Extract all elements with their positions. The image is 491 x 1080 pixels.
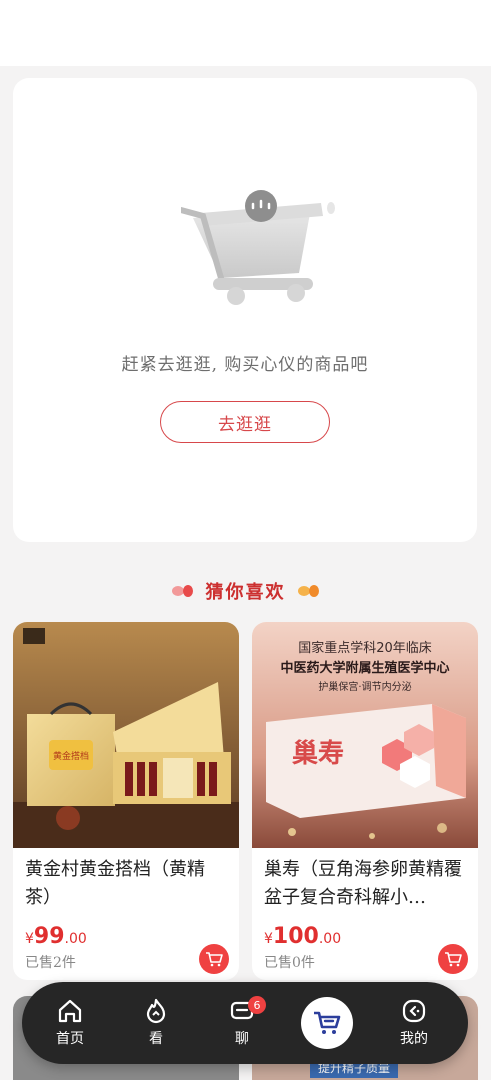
nav-mine-label: 我的	[400, 1031, 428, 1047]
product-card[interactable]: 国家重点学科20年临床 中医药大学附属生殖医学中心 护巢保宫·调节内分泌 巢寿 …	[252, 622, 478, 980]
home-icon	[58, 999, 82, 1023]
product-image-label: 黄金搭档	[53, 750, 89, 762]
nav-home[interactable]: 首页	[40, 982, 100, 1064]
nav-chat-label: 聊	[235, 1031, 249, 1047]
product-image-line2: 中医药大学附属生殖医学中心	[280, 660, 449, 676]
empty-cart-illustration	[181, 190, 335, 305]
price-symbol: ¥	[25, 931, 34, 947]
product-price: ¥100.00	[264, 924, 341, 949]
price-integer: 100	[272, 924, 319, 949]
cart-icon	[206, 952, 223, 967]
bottom-nav-bar: 首页 看 聊 6 我的	[22, 982, 468, 1064]
nav-watch-label: 看	[149, 1031, 163, 1047]
nav-watch[interactable]: 看	[126, 982, 186, 1064]
add-to-cart-button[interactable]	[199, 944, 229, 974]
price-decimal: .00	[318, 931, 342, 947]
price-decimal: .00	[64, 931, 87, 947]
decor-left-icon	[171, 585, 193, 597]
product-image-brand: 巢寿	[291, 739, 344, 769]
profile-icon	[402, 999, 426, 1023]
price-symbol: ¥	[264, 931, 273, 947]
nav-chat[interactable]: 聊 6	[212, 982, 272, 1064]
go-shopping-button[interactable]: 去逛逛	[160, 401, 330, 443]
product-price: ¥99.00	[25, 924, 87, 949]
cart-icon	[445, 952, 462, 967]
shopping-cart-icon	[314, 1011, 341, 1034]
sold-count: 已售2件	[25, 955, 76, 971]
guess-you-like-header: 猜你喜欢	[0, 574, 491, 608]
product-name[interactable]: 黄金村黄金搭档（黄精茶）	[25, 856, 231, 912]
guess-you-like-title: 猜你喜欢	[205, 582, 286, 603]
product-image-line3: 护巢保宫·调节内分泌	[318, 680, 411, 693]
product-image: 黄金搭档	[13, 622, 239, 848]
empty-cart-message: 赶紧去逛逛, 购买心仪的商品吧	[121, 355, 369, 375]
add-to-cart-button[interactable]	[438, 944, 468, 974]
flame-icon	[146, 998, 166, 1024]
empty-cart-card: 赶紧去逛逛, 购买心仪的商品吧 去逛逛	[13, 78, 477, 542]
chat-badge: 6	[248, 996, 266, 1014]
top-bar	[0, 0, 491, 66]
price-integer: 99	[33, 924, 65, 949]
sold-count: 已售0件	[264, 955, 315, 971]
nav-home-label: 首页	[56, 1031, 84, 1047]
decor-right-icon	[297, 585, 319, 597]
product-card[interactable]: 黄金搭档 黄金村黄金搭档（黄精茶） ¥99.00 已售2件	[13, 622, 239, 980]
product-name[interactable]: 巢寿（豆角海参卵黄精覆盆子复合奇科解小…	[264, 856, 470, 912]
nav-mine[interactable]: 我的	[384, 982, 444, 1064]
nav-cart[interactable]	[301, 997, 353, 1049]
product-image-line1: 国家重点学科20年临床	[298, 640, 432, 656]
product-image: 国家重点学科20年临床 中医药大学附属生殖医学中心 护巢保宫·调节内分泌 巢寿	[252, 622, 478, 848]
